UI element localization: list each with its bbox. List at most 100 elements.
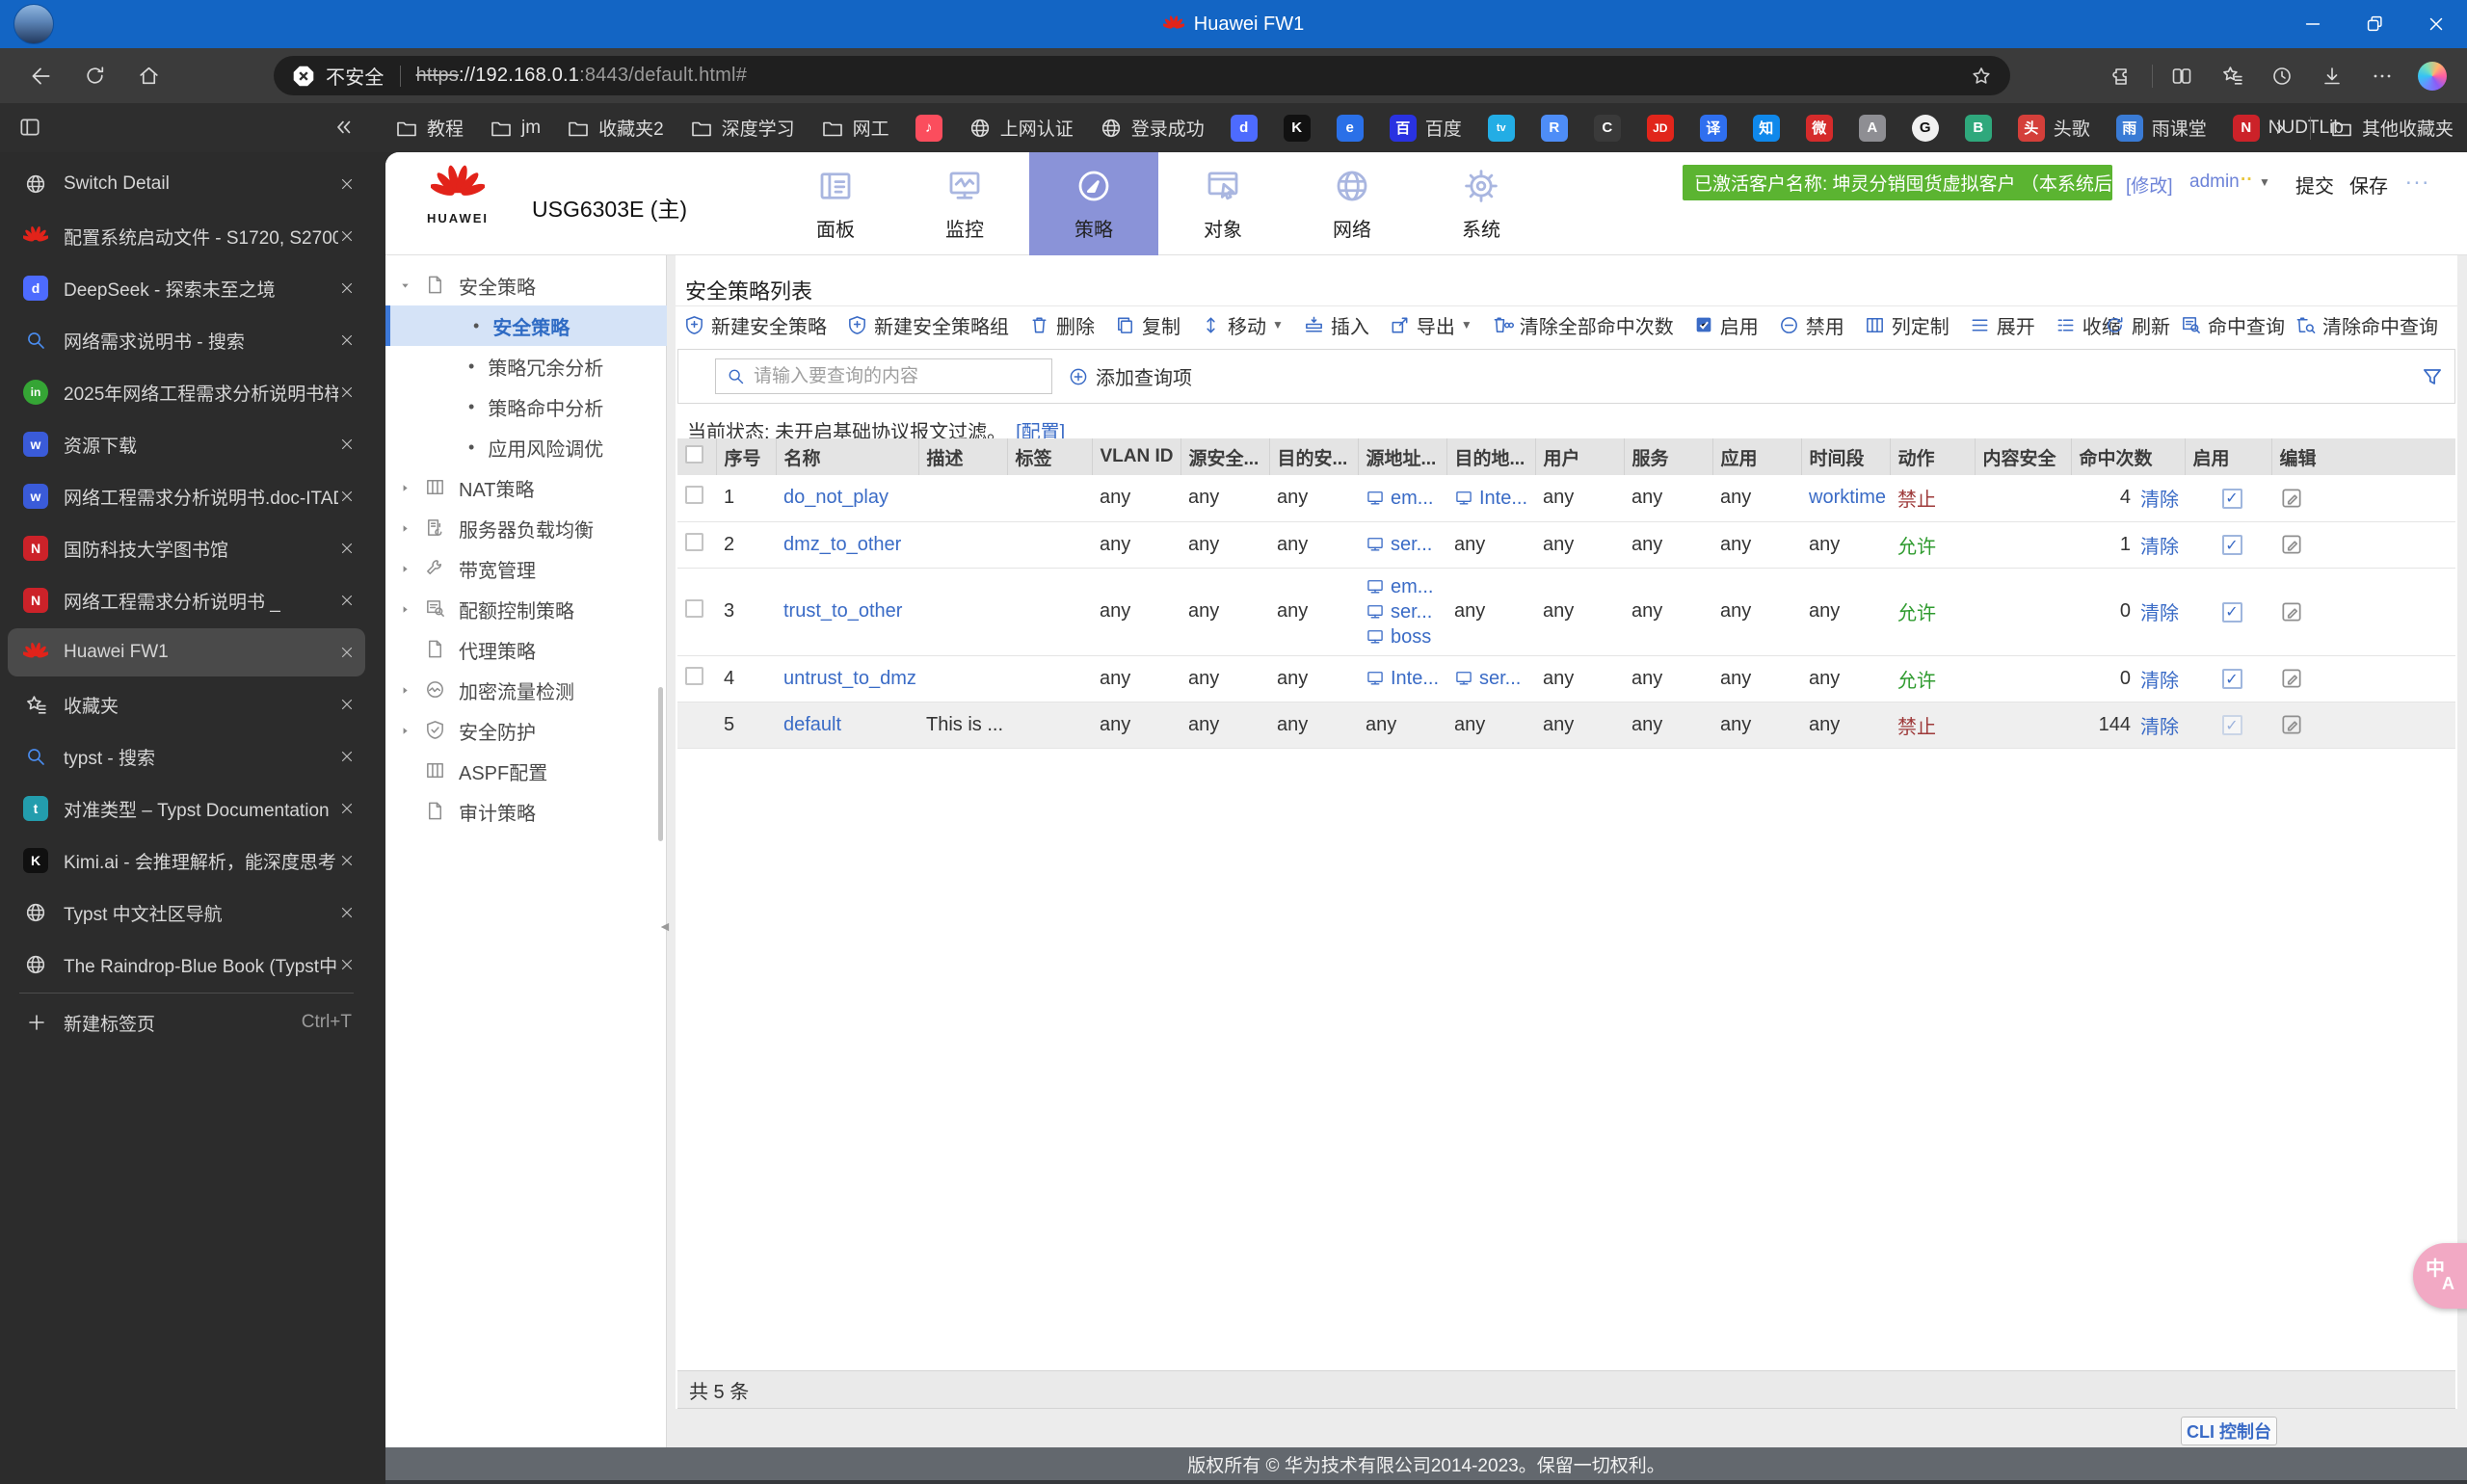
save-button[interactable]: 保存 bbox=[2349, 171, 2388, 199]
enable-checkbox[interactable]: ✓ bbox=[2221, 669, 2242, 689]
delete-button[interactable]: 删除 bbox=[1028, 311, 1095, 339]
restore-button[interactable] bbox=[2344, 0, 2405, 48]
close-tab-icon[interactable] bbox=[338, 540, 356, 557]
time-range-link[interactable]: worktime bbox=[1809, 487, 1886, 508]
close-tab-icon[interactable] bbox=[338, 696, 356, 713]
enable-checkbox[interactable]: ✓ bbox=[2221, 601, 2242, 623]
history-icon[interactable] bbox=[2257, 55, 2307, 97]
tab-search[interactable]: 网络需求说明书 - 搜索 bbox=[8, 316, 365, 364]
collections-icon[interactable] bbox=[2207, 55, 2257, 97]
bookmark-yuketang[interactable]: 雨雨课堂 bbox=[2115, 114, 2207, 142]
bookmark-folder[interactable]: 深度学习 bbox=[690, 115, 795, 141]
tab-deepseek[interactable]: d DeepSeek - 探索未至之境 bbox=[8, 264, 365, 312]
page-url[interactable]: https://192.168.0.1:8443/default.html# bbox=[416, 65, 747, 87]
close-button[interactable] bbox=[2405, 0, 2467, 48]
close-tab-icon[interactable] bbox=[338, 748, 356, 765]
new-policy-group-button[interactable]: 新建安全策略组 bbox=[846, 311, 1009, 339]
refresh-button[interactable] bbox=[67, 55, 121, 97]
bookmark-folder[interactable]: 网工 bbox=[821, 115, 889, 141]
bookmark-folder[interactable]: 教程 bbox=[395, 115, 464, 141]
tab-download[interactable]: w 资源下载 bbox=[8, 420, 365, 468]
close-tab-icon[interactable] bbox=[338, 956, 356, 973]
downloads-icon[interactable] bbox=[2307, 55, 2357, 97]
tree-audit[interactable]: 审计策略 bbox=[385, 791, 667, 832]
new-policy-button[interactable]: 新建安全策略 bbox=[683, 311, 827, 339]
tab-huawei-doc[interactable]: 配置系统启动文件 - S1720, S2700, bbox=[8, 212, 365, 260]
close-tab-icon[interactable] bbox=[338, 227, 356, 245]
edit-icon[interactable] bbox=[2279, 712, 2455, 737]
close-tab-icon[interactable] bbox=[338, 904, 356, 921]
row-checkbox[interactable] bbox=[685, 666, 703, 685]
tree-item-risk-tuning[interactable]: • 应用风险调优 bbox=[385, 427, 667, 467]
tab-typst-docs[interactable]: t 对准类型 – Typst Documentation bbox=[8, 784, 365, 833]
back-button[interactable] bbox=[13, 55, 67, 97]
insert-button[interactable]: 插入 bbox=[1303, 311, 1369, 339]
address-object-link[interactable]: Inte... bbox=[1454, 486, 1535, 511]
bookmark-weibo-icon[interactable]: 微 bbox=[1805, 114, 1833, 142]
address-object-link[interactable]: ser... bbox=[1366, 599, 1446, 624]
tree-security-protection[interactable]: 安全防护 bbox=[385, 710, 667, 751]
bookmark-kimi-icon[interactable]: K bbox=[1283, 114, 1311, 142]
tree-quota[interactable]: 配额控制策略 bbox=[385, 589, 667, 629]
close-tab-icon[interactable] bbox=[338, 488, 356, 505]
tab-doc-itad[interactable]: w 网络工程需求分析说明书.doc-ITAD bbox=[8, 472, 365, 520]
enable-button[interactable]: 启用 bbox=[1693, 311, 1759, 339]
other-favorites-folder[interactable]: 其他收藏夹 bbox=[2330, 115, 2454, 141]
clear-hits-link[interactable]: 清除 bbox=[2140, 484, 2179, 512]
clear-all-hits-button[interactable]: 清除全部命中次数 bbox=[1492, 311, 1674, 339]
address-object-link[interactable]: ser... bbox=[1454, 666, 1535, 691]
tree-item-redundancy[interactable]: • 策略冗余分析 bbox=[385, 346, 667, 386]
nav-network[interactable]: 网络 bbox=[1287, 152, 1417, 255]
bookmark-link[interactable]: 上网认证 bbox=[968, 115, 1074, 141]
tree-bandwidth[interactable]: 带宽管理 bbox=[385, 548, 667, 589]
disable-button[interactable]: 禁用 bbox=[1778, 311, 1844, 339]
clear-hits-link[interactable]: 清除 bbox=[2140, 597, 2179, 625]
expand-button[interactable]: 展开 bbox=[1969, 311, 2035, 339]
address-object-link[interactable]: ser... bbox=[1366, 532, 1446, 557]
new-tab-button[interactable]: 新建标签页 Ctrl+T bbox=[8, 998, 365, 1047]
tab-actions-icon[interactable] bbox=[17, 115, 42, 140]
clear-hits-link[interactable]: 清除 bbox=[2140, 665, 2179, 693]
tree-encrypted-traffic[interactable]: 加密流量检测 bbox=[385, 670, 667, 710]
extensions-icon[interactable] bbox=[2098, 55, 2148, 97]
close-tab-icon[interactable] bbox=[338, 644, 356, 661]
enable-checkbox[interactable]: ✓ bbox=[2221, 488, 2242, 509]
address-object-link[interactable]: em... bbox=[1366, 486, 1446, 511]
bookmark-apple-icon[interactable]: A bbox=[1858, 114, 1886, 142]
export-button[interactable]: 导出 ▼ bbox=[1389, 311, 1472, 339]
tab-raindrop-book[interactable]: The Raindrop-Blue Book (Typst中 bbox=[8, 941, 365, 989]
tree-nat-policy[interactable]: NAT策略 bbox=[385, 467, 667, 508]
close-tab-icon[interactable] bbox=[338, 175, 356, 193]
header-checkbox-col[interactable] bbox=[677, 438, 717, 475]
favorite-star-icon[interactable] bbox=[1970, 65, 1993, 88]
current-user[interactable]: admin bbox=[2189, 172, 2240, 193]
minimize-button[interactable] bbox=[2282, 0, 2344, 48]
row-checkbox[interactable] bbox=[685, 532, 703, 551]
tree-security-policy-root[interactable]: 安全策略 bbox=[385, 265, 667, 305]
submit-button[interactable]: 提交 bbox=[2295, 171, 2334, 199]
column-customize-button[interactable]: 列定制 bbox=[1864, 311, 1950, 339]
nav-dashboard[interactable]: 面板 bbox=[771, 152, 900, 255]
modify-link[interactable]: [修改] bbox=[2126, 172, 2173, 198]
close-tab-icon[interactable] bbox=[338, 800, 356, 817]
row-checkbox[interactable] bbox=[685, 486, 703, 505]
nav-monitor[interactable]: 监控 bbox=[900, 152, 1029, 255]
tree-proxy[interactable]: 代理策略 bbox=[385, 629, 667, 670]
bookmark-bilibili-icon[interactable]: tv bbox=[1487, 114, 1515, 142]
clear-hits-link[interactable]: 清除 bbox=[2140, 531, 2179, 559]
bookmark-touge[interactable]: 头头歌 bbox=[2017, 114, 2090, 142]
add-query-button[interactable]: 添加查询项 bbox=[1068, 362, 1192, 390]
bookmark-zhihu-icon[interactable]: 知 bbox=[1752, 114, 1780, 142]
bookmark-reader-icon[interactable]: R bbox=[1540, 114, 1568, 142]
split-screen-icon[interactable] bbox=[2157, 55, 2207, 97]
tree-aspf[interactable]: ASPF配置 bbox=[385, 751, 667, 791]
bookmark-github-icon[interactable]: G bbox=[1911, 114, 1939, 142]
not-secure-icon[interactable] bbox=[291, 64, 316, 89]
edit-icon[interactable] bbox=[2279, 486, 2455, 511]
close-tab-icon[interactable] bbox=[338, 436, 356, 453]
policy-name-link[interactable]: trust_to_other bbox=[783, 600, 902, 622]
nav-policy-selected[interactable]: 策略 bbox=[1029, 152, 1158, 255]
copy-button[interactable]: 复制 bbox=[1114, 311, 1180, 339]
bookmark-books-icon[interactable]: B bbox=[1964, 114, 1992, 142]
tree-item-hit-analysis[interactable]: • 策略命中分析 bbox=[385, 386, 667, 427]
